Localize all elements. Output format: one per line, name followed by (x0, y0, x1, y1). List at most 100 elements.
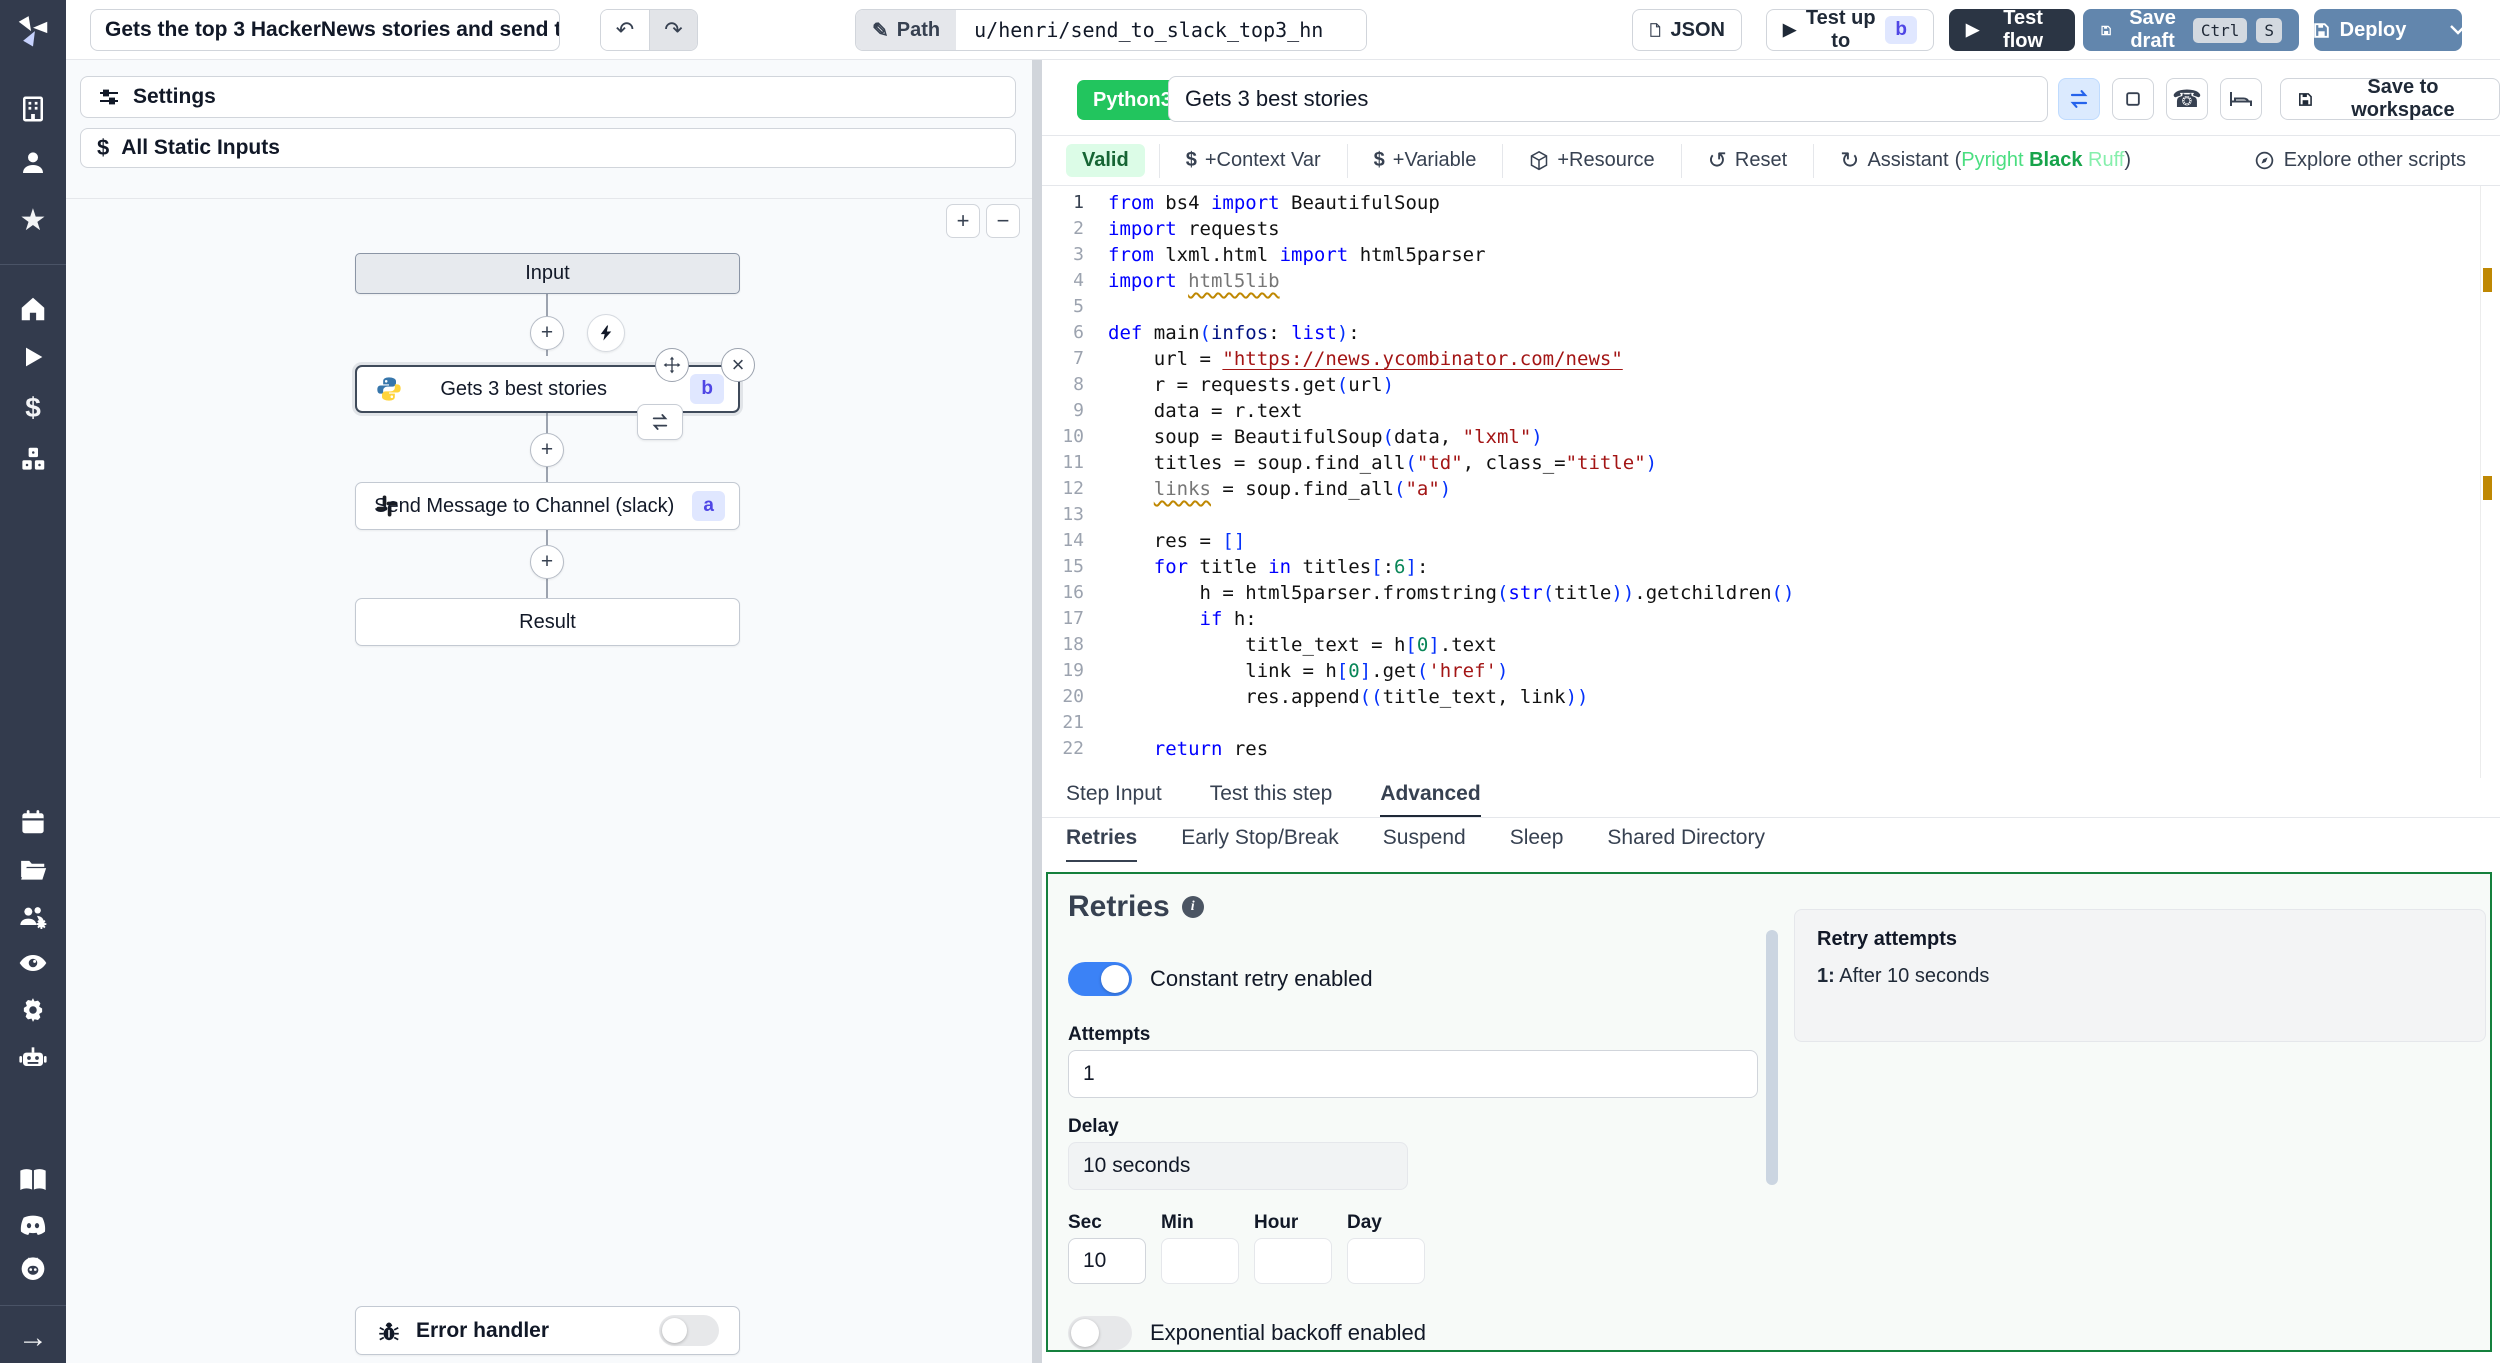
reset-button[interactable]: ↺ Reset (1680, 143, 1814, 178)
move-step-handle[interactable] (655, 348, 689, 382)
github-icon[interactable] (0, 1246, 66, 1290)
day-input[interactable] (1347, 1238, 1425, 1284)
retry-indicator-chip[interactable] (637, 404, 683, 440)
subtab-early-stop[interactable]: Early Stop/Break (1181, 826, 1339, 862)
attempts-input[interactable]: 1 (1068, 1050, 1758, 1098)
windmill-logo[interactable] (0, 8, 66, 52)
flow-node-result[interactable]: Result (355, 598, 740, 646)
step-id-badge: b (1885, 16, 1917, 44)
folders-icon[interactable] (0, 847, 66, 891)
move-arrows-icon (663, 356, 681, 374)
favorites-star-icon[interactable]: ★ (0, 199, 66, 243)
day-label: Day (1347, 1212, 1382, 1233)
assistant-button[interactable]: ↻ Assistant (Pyright Black Ruff) (1813, 143, 2157, 178)
delete-step-button[interactable]: × (721, 348, 755, 382)
settings-gear-icon[interactable] (0, 988, 66, 1032)
tab-test-this-step[interactable]: Test this step (1210, 782, 1333, 817)
kbd-s: S (2256, 17, 2282, 43)
file-export-icon (1650, 23, 1661, 37)
subtab-retries[interactable]: Retries (1066, 826, 1138, 862)
step-a-id-badge: a (692, 491, 725, 521)
groups-users-icon[interactable] (0, 895, 66, 939)
save-to-workspace-button[interactable]: Save to workspace (2280, 76, 2500, 121)
docs-book-icon[interactable] (0, 1158, 66, 1202)
zoom-out-button[interactable]: − (986, 204, 1020, 238)
save-draft-button[interactable]: Save draft Ctrl S (2083, 7, 2299, 52)
variables-dollar-icon[interactable]: $ (0, 386, 66, 430)
explore-other-scripts-button[interactable]: Explore other scripts (2254, 149, 2466, 172)
audit-eye-icon[interactable] (0, 941, 66, 985)
workspace-icon[interactable] (0, 87, 66, 131)
suspend-button[interactable]: ☎ (2166, 78, 2208, 120)
retries-form-scrollbar[interactable] (1766, 930, 1778, 1185)
home-icon[interactable] (0, 287, 66, 331)
step-editor-header: Python3 Gets 3 best stories ☎ Save to wo… (1042, 60, 2500, 136)
save-icon (2101, 25, 2111, 35)
json-button[interactable]: JSON (1632, 9, 1742, 51)
zoom-in-button[interactable]: + (946, 204, 980, 238)
test-flow-button[interactable]: ▶ Test flow (1949, 7, 2075, 52)
add-variable-button[interactable]: $ +Variable (1346, 143, 1503, 178)
schedules-calendar-icon[interactable] (0, 800, 66, 844)
trigger-bolt-button[interactable] (587, 314, 625, 352)
path-field[interactable]: ✎ Path u/henri/send_to_slack_top3_hn (855, 9, 1368, 51)
flow-settings-bar[interactable]: Settings (80, 76, 1016, 118)
exponential-backoff-toggle[interactable] (1068, 1316, 1132, 1350)
redo-icon[interactable]: ↷ (649, 10, 697, 50)
attempts-label: Attempts (1068, 1024, 1151, 1045)
delay-input[interactable]: 10 seconds (1068, 1142, 1408, 1190)
early-stop-button[interactable] (2112, 78, 2154, 120)
min-label: Min (1161, 1212, 1194, 1233)
hour-label: Hour (1254, 1212, 1299, 1233)
assistant-pyright: Pyright (1961, 149, 2024, 171)
test-up-to-button[interactable]: ▶ Test up to b (1766, 7, 1934, 52)
add-context-var-button[interactable]: $ +Context Var (1158, 143, 1347, 178)
panel-resize-handle[interactable] (1032, 60, 1042, 1363)
tab-advanced[interactable]: Advanced (1380, 782, 1481, 817)
insert-step-button[interactable]: + (530, 545, 564, 579)
step-title-input[interactable]: Gets 3 best stories (1168, 76, 2048, 122)
flow-node-error-handler[interactable]: Error handler (355, 1306, 740, 1355)
deploy-button[interactable]: Deploy (2313, 9, 2467, 51)
static-inputs-bar[interactable]: $ All Static Inputs (80, 128, 1016, 168)
workers-robot-icon[interactable] (0, 1036, 66, 1080)
overview-ruler (2480, 186, 2492, 778)
undo-redo-group: ↶ ↷ (600, 9, 698, 51)
undo-icon[interactable]: ↶ (601, 10, 649, 50)
subtab-sleep[interactable]: Sleep (1510, 826, 1564, 862)
close-icon: × (731, 352, 745, 377)
bed-icon (2230, 92, 2252, 106)
flow-graph-panel: Settings $ All Static Inputs + − Input +… (66, 60, 1032, 1363)
retries-toggle-button[interactable] (2058, 78, 2100, 120)
runs-play-icon[interactable] (0, 335, 66, 379)
deploy-dropdown-chevron[interactable] (2438, 25, 2478, 35)
warning-marker (2483, 476, 2492, 500)
assistant-ruff: Ruff (2088, 149, 2125, 171)
flow-title-input[interactable]: Gets the top 3 HackerNews stories and se… (90, 9, 560, 51)
insert-step-button[interactable]: + (530, 316, 564, 350)
resources-cubes-icon[interactable] (0, 437, 66, 481)
flow-node-step-a[interactable]: Send Message to Channel (slack) a (355, 482, 740, 530)
sec-input[interactable]: 10 (1068, 1238, 1146, 1284)
info-icon[interactable]: i (1181, 896, 1204, 918)
user-icon[interactable] (0, 141, 66, 185)
error-handler-toggle[interactable] (659, 1315, 719, 1346)
code-editor[interactable]: 1 from bs4 import BeautifulSoup 2 import re… (1042, 186, 2500, 778)
subtab-shared-directory[interactable]: Shared Directory (1607, 826, 1765, 862)
sleep-button[interactable] (2220, 78, 2262, 120)
subtab-suspend[interactable]: Suspend (1383, 826, 1466, 862)
lightning-icon (600, 325, 612, 341)
hour-input[interactable] (1254, 1238, 1332, 1284)
assistant-black: Black (2029, 149, 2083, 171)
reset-icon: ↺ (1707, 147, 1727, 173)
constant-retry-toggle[interactable] (1068, 962, 1132, 996)
collapse-arrow-icon[interactable]: → (0, 1316, 66, 1360)
insert-step-button[interactable]: + (530, 433, 564, 467)
discord-icon[interactable] (0, 1203, 66, 1247)
min-input[interactable] (1161, 1238, 1239, 1284)
step-editor-panel: Python3 Gets 3 best stories ☎ Save to wo… (1042, 60, 2500, 1363)
flow-node-input[interactable]: Input (355, 253, 740, 294)
tab-step-input[interactable]: Step Input (1066, 782, 1162, 817)
add-resource-button[interactable]: +Resource (1502, 143, 1680, 178)
path-value[interactable]: u/henri/send_to_slack_top3_hn (956, 10, 1367, 50)
